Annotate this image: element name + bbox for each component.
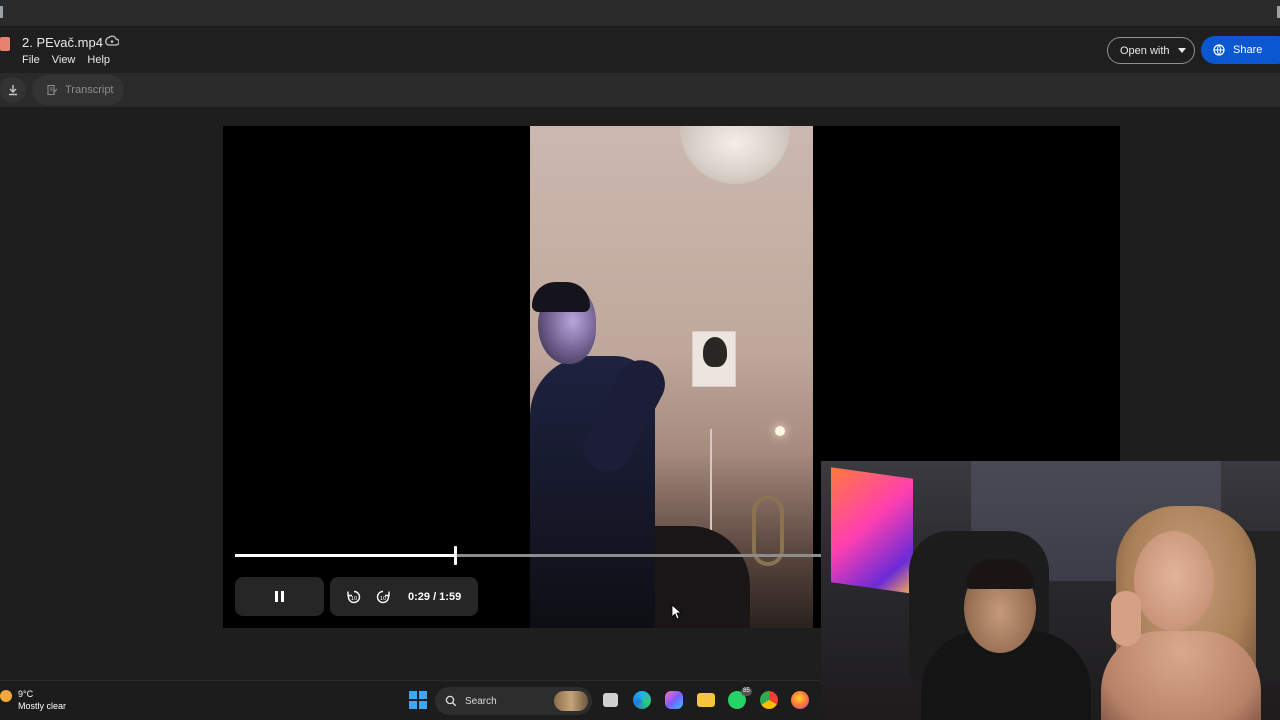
open-with-label: Open with <box>1120 44 1170 57</box>
edit-document-icon <box>47 84 58 96</box>
video-frame <box>530 126 813 628</box>
webcam-tv-screen <box>831 467 913 594</box>
poster-portrait <box>703 337 727 367</box>
mouse-pointer-icon <box>671 604 681 620</box>
search-label: Search <box>465 695 497 707</box>
guest-face <box>1134 531 1214 631</box>
weather-desc[interactable]: Mostly clear <box>18 701 66 711</box>
task-view-icon[interactable] <box>603 693 618 707</box>
strip-edge-left <box>0 6 3 18</box>
file-title: 2. PEvač.mp4 <box>22 35 103 50</box>
shared-drive-icon[interactable] <box>105 35 119 49</box>
menu-bar: File View Help <box>22 54 110 66</box>
rewind-10-icon[interactable]: 10 <box>346 589 362 605</box>
search-icon <box>445 695 457 707</box>
menu-help[interactable]: Help <box>87 54 110 66</box>
download-button[interactable] <box>0 77 26 103</box>
globe-icon <box>1213 44 1225 56</box>
guest-hand <box>1111 591 1141 646</box>
whatsapp-badge: 85 <box>741 687 752 696</box>
video-file-icon <box>0 37 10 51</box>
taskbar-search[interactable]: Search <box>435 687 592 715</box>
windows-start-icon[interactable] <box>409 691 427 709</box>
browser-strip <box>0 0 1280 27</box>
screen: 2. PEvač.mp4 File View Help Open with Sh… <box>0 0 1280 720</box>
streamer-hair <box>966 559 1034 589</box>
whatsapp-icon[interactable]: 85 <box>728 687 752 709</box>
share-button[interactable]: Share <box>1201 36 1280 64</box>
progress-bar[interactable] <box>235 546 822 565</box>
person-hair <box>532 282 590 312</box>
floor-lamp-light <box>775 426 785 436</box>
share-label: Share <box>1233 44 1263 56</box>
transcript-button[interactable]: Transcript <box>32 75 124 105</box>
ceiling-lamp <box>680 126 790 184</box>
edge-browser-icon[interactable] <box>633 691 651 709</box>
pause-icon <box>275 591 284 602</box>
webcam-overlay <box>821 461 1280 720</box>
chevron-down-icon <box>1177 48 1186 53</box>
menu-view[interactable]: View <box>52 54 76 66</box>
weather-moon-icon[interactable] <box>0 690 12 702</box>
preview-toolbar: Transcript <box>0 73 1280 107</box>
firefox-icon[interactable] <box>791 691 809 709</box>
time-display: 0:29 / 1:59 <box>408 590 462 603</box>
playback-controls: 10 10 0:29 / 1:59 <box>330 577 478 616</box>
chrome-icon[interactable] <box>760 691 778 709</box>
copilot-icon[interactable] <box>665 691 683 709</box>
open-with-button[interactable]: Open with <box>1107 37 1195 64</box>
weather-temp[interactable]: 9°C <box>18 689 33 699</box>
menu-file[interactable]: File <box>22 54 40 66</box>
svg-text:10: 10 <box>380 596 386 602</box>
search-highlight-image <box>554 691 588 711</box>
pause-button[interactable] <box>235 577 324 616</box>
transcript-label: Transcript <box>65 84 114 96</box>
progress-fill <box>235 554 456 557</box>
wall-poster <box>692 331 736 387</box>
progress-handle[interactable] <box>454 546 458 565</box>
download-icon <box>9 85 17 96</box>
svg-text:10: 10 <box>351 596 357 602</box>
taskbar: 9°C Mostly clear Search 85 <box>0 680 821 720</box>
forward-10-icon[interactable]: 10 <box>375 589 391 605</box>
preview-header: 2. PEvač.mp4 File View Help Open with Sh… <box>0 27 1280 73</box>
file-explorer-icon[interactable] <box>697 693 715 707</box>
